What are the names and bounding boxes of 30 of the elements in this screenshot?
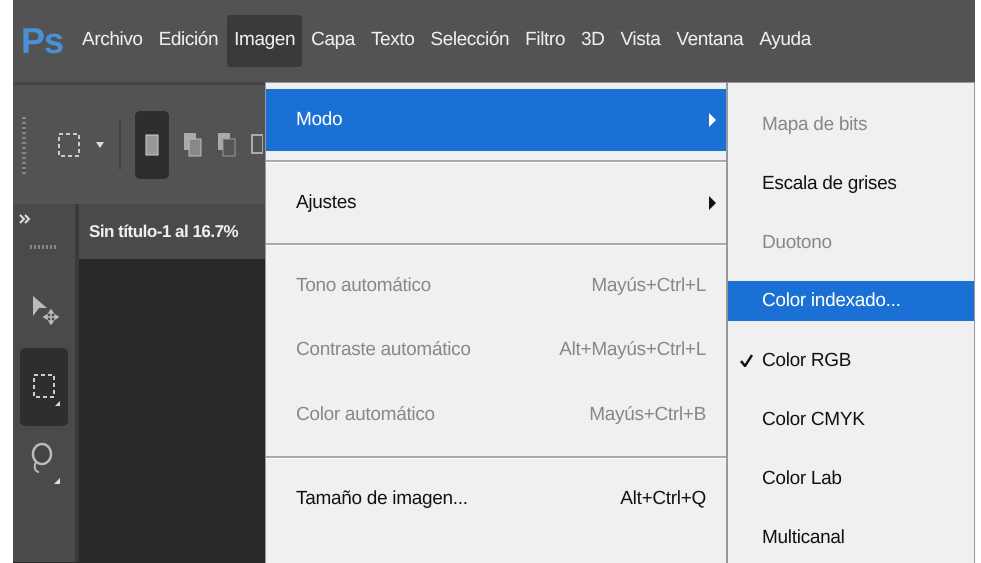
menu-bar-item[interactable]: Ayuda	[752, 15, 818, 67]
menu-bar-item[interactable]: Filtro	[518, 15, 572, 67]
submenu-item[interactable]: Color RGB	[728, 331, 974, 390]
submenu-item[interactable]: Escala de grises	[728, 154, 974, 213]
menu-bar-item[interactable]: Capa	[304, 15, 362, 67]
add-selection-icon[interactable]	[183, 132, 203, 158]
grip-icon	[21, 114, 27, 174]
marquee-icon[interactable]	[57, 132, 81, 158]
menu-bar-item[interactable]: Vista	[614, 15, 668, 67]
collapse-icon[interactable]	[19, 214, 31, 224]
submenu-item[interactable]: Color indexado...	[728, 281, 974, 321]
menu-bar-item[interactable]: Edición	[152, 15, 226, 67]
submenu-item[interactable]: Multicanal	[728, 508, 974, 563]
menu-bar-item[interactable]: Texto	[364, 15, 422, 67]
menu-bar-item[interactable]: Ventana	[669, 15, 750, 67]
menu-bar-item[interactable]: 3D	[574, 15, 612, 67]
marquee-tool-button[interactable]	[20, 348, 68, 426]
menu-item[interactable]: Tamaño de imagen... Alt+Ctrl+Q	[266, 468, 726, 530]
subtract-selection-icon[interactable]	[217, 132, 237, 158]
app-logo: Ps	[21, 20, 64, 62]
new-selection-button[interactable]	[135, 110, 169, 178]
menu-bar-item[interactable]: Archivo	[75, 15, 150, 67]
caret-icon[interactable]	[95, 140, 105, 148]
menu-item[interactable]: Modo	[266, 89, 726, 151]
submenu-item[interactable]: Color Lab	[728, 449, 974, 508]
grip-icon	[29, 244, 59, 250]
menu-bar-item[interactable]: Imagen	[227, 15, 302, 67]
rectangle-icon	[145, 134, 159, 156]
submenu-item[interactable]: Color CMYK	[728, 390, 974, 449]
menu-bar-item[interactable]: Selección	[423, 15, 516, 67]
